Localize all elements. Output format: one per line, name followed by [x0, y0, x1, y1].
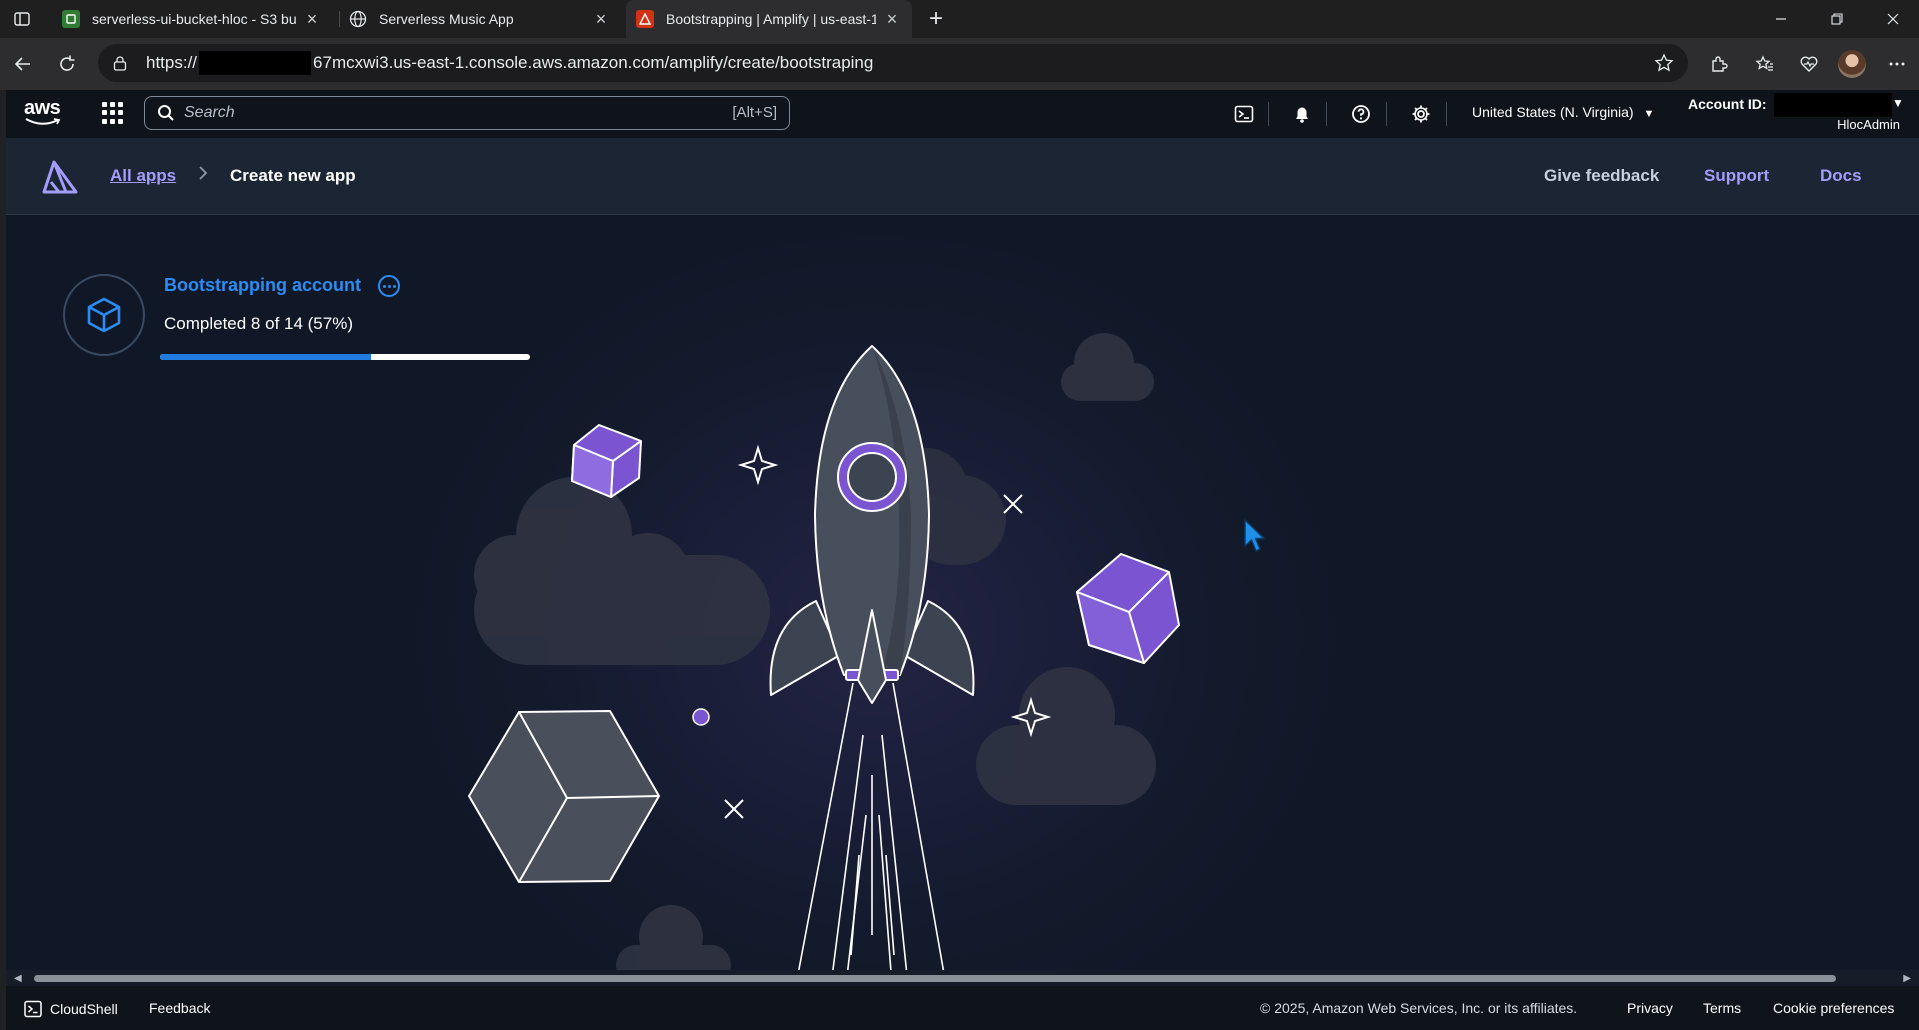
cloudshell-button[interactable]: CloudShell [24, 1000, 118, 1018]
browser-essentials-icon[interactable] [1794, 49, 1824, 79]
tab-title: serverless-ui-bucket-hloc - S3 bucket [92, 11, 296, 27]
cross-star-icon [1003, 494, 1023, 514]
progress-fill [160, 354, 371, 360]
cross-star-icon [724, 799, 744, 819]
bootstrap-status-badge [63, 274, 145, 356]
globe-icon [349, 10, 367, 28]
minimize-button[interactable] [1754, 0, 1808, 38]
region-selector[interactable]: United States (N. Virginia) ▼ [1472, 104, 1654, 120]
sidebar-toggle-icon[interactable] [10, 8, 34, 30]
small-purple-cube [571, 424, 642, 498]
nav-divider [1446, 102, 1447, 126]
amplify-header: All apps Create new app Give feedback Su… [6, 138, 1919, 215]
lock-icon [112, 54, 130, 72]
url-text: 67mcxwi3.us-east-1.console.aws.amazon.co… [313, 53, 874, 72]
console-footer: CloudShell Feedback © 2025, Amazon Web S… [6, 986, 1919, 1030]
search-shortcut: [Alt+S] [732, 104, 777, 121]
tab-title: Bootstrapping | Amplify | us-east-1 [666, 11, 876, 27]
region-label: United States (N. Virginia) [1472, 104, 1634, 120]
close-icon[interactable]: × [302, 9, 322, 29]
scroll-left-icon[interactable]: ◀ [14, 973, 22, 984]
bootstrap-progress-bar [160, 354, 530, 360]
amplify-icon [636, 10, 654, 28]
rocket-exhaust [795, 682, 947, 985]
bootstrap-main: Bootstrapping account Completed 8 of 14 … [6, 215, 1919, 985]
caret-down-icon[interactable]: ▼ [1892, 96, 1904, 110]
scrollbar-thumb[interactable] [34, 975, 1836, 982]
redacted-block [1774, 93, 1892, 117]
profile-avatar[interactable] [1838, 50, 1866, 78]
restore-button[interactable] [1810, 0, 1864, 38]
feedback-link[interactable]: Feedback [149, 1000, 210, 1016]
notifications-bell-icon[interactable] [1288, 100, 1316, 128]
cloudshell-icon [24, 1000, 42, 1018]
browser-toolbar: https:// 67mcxwi3.us-east-1.console.aws.… [0, 38, 1919, 90]
s3-icon [62, 10, 80, 28]
horizontal-scrollbar[interactable]: ◀ ▶ [6, 970, 1919, 986]
nav-divider [1326, 102, 1327, 126]
privacy-link[interactable]: Privacy [1627, 1000, 1673, 1016]
extensions-icon[interactable] [1704, 49, 1734, 79]
breadcrumb-all-apps[interactable]: All apps [110, 166, 176, 186]
browser-tab-strip: serverless-ui-bucket-hloc - S3 bucket × … [0, 0, 1919, 38]
cloud-bottom-right [976, 667, 1156, 805]
search-input[interactable]: Search [Alt+S] [144, 96, 790, 130]
caret-down-icon: ▼ [1643, 108, 1655, 120]
cloudshell-label: CloudShell [50, 1001, 118, 1017]
scroll-right-icon[interactable]: ▶ [1903, 973, 1911, 984]
browser-tab-music-app[interactable]: Serverless Music App × [339, 0, 621, 38]
chevron-right-icon [198, 165, 208, 186]
aws-top-nav: aws Search [Alt+S] United States (N. Vir… [6, 90, 1919, 138]
give-feedback-link[interactable]: Give feedback [1544, 166, 1659, 186]
cloudshell-icon[interactable] [1230, 100, 1258, 128]
grey-cube [468, 710, 660, 883]
address-bar[interactable]: https:// 67mcxwi3.us-east-1.console.aws.… [98, 44, 1688, 82]
services-grid-icon[interactable] [102, 102, 124, 124]
help-icon[interactable] [1347, 100, 1375, 128]
breadcrumb-current: Create new app [230, 166, 356, 185]
account-username[interactable]: HlocAdmin [1837, 117, 1900, 132]
support-link[interactable]: Support [1704, 166, 1769, 186]
docs-link[interactable]: Docs [1820, 166, 1862, 186]
search-placeholder: Search [184, 104, 235, 121]
cloud-left [474, 477, 770, 665]
terms-link[interactable]: Terms [1703, 1000, 1741, 1016]
settings-gear-icon[interactable] [1407, 100, 1435, 128]
large-purple-cube [1076, 553, 1180, 664]
dot-icon [692, 708, 710, 726]
favorites-icon[interactable] [1750, 49, 1780, 79]
rocket-window-inner [847, 452, 897, 502]
more-menu-icon[interactable] [1882, 49, 1912, 79]
close-icon[interactable]: × [591, 9, 611, 29]
search-icon [157, 104, 175, 122]
close-window-button[interactable] [1866, 0, 1919, 38]
redacted-block [199, 51, 312, 75]
browser-tab-s3[interactable]: serverless-ui-bucket-hloc - S3 bucket × [52, 0, 332, 38]
bootstrap-title: Bootstrapping account [164, 275, 361, 295]
browser-tab-amplify[interactable]: Bootstrapping | Amplify | us-east-1 × [626, 0, 912, 38]
nav-divider [1386, 102, 1387, 126]
mouse-cursor-icon [1243, 518, 1269, 559]
url-prefix: https:// [146, 53, 198, 72]
bootstrap-status-text: Completed 8 of 14 (57%) [164, 314, 353, 333]
amplify-logo-icon[interactable] [42, 160, 78, 194]
aws-logo[interactable]: aws [24, 98, 70, 128]
close-icon[interactable]: × [882, 9, 902, 29]
favorite-star-icon[interactable] [1654, 53, 1674, 78]
copyright-text: © 2025, Amazon Web Services, Inc. or its… [1260, 1000, 1578, 1016]
cookie-preferences-link[interactable]: Cookie preferences [1773, 1000, 1894, 1016]
aws-logo-text: aws [24, 97, 61, 119]
account-id-label[interactable]: Account ID: [1688, 96, 1767, 112]
more-options-icon[interactable] [378, 275, 400, 297]
tab-title: Serverless Music App [379, 11, 514, 27]
new-tab-button[interactable]: + [922, 4, 950, 34]
reload-button[interactable] [52, 49, 82, 79]
back-button[interactable] [8, 49, 38, 79]
cube-icon [84, 295, 124, 335]
cloud-top-right [1061, 333, 1154, 401]
sparkle-icon [737, 444, 779, 486]
nav-divider [1268, 102, 1269, 126]
